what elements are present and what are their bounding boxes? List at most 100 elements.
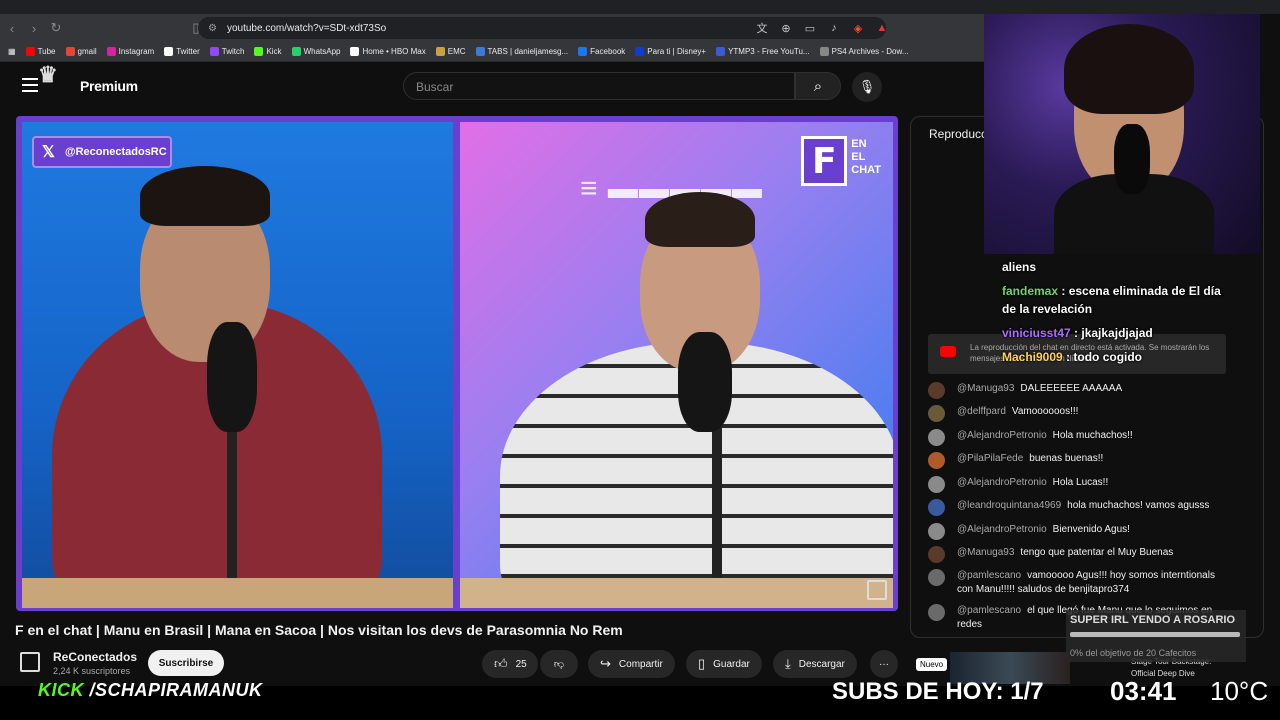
bookmark-item[interactable]: Facebook	[578, 47, 625, 56]
stream-logo-icon: ♛	[38, 62, 58, 88]
chat-author[interactable]: @delffpard	[957, 406, 1006, 417]
extension-icons: 文 ⊕ ▭ ♪ ◈ ▲	[754, 20, 890, 36]
overlay-chat-message: fandemax : escena eliminada de El día de…	[1002, 282, 1232, 318]
desk	[460, 578, 893, 608]
video-player[interactable]: 𝕏 @ReconectadosRC ≡ ▬▬▬▬▬ F EN EL CHAT	[16, 116, 898, 611]
video-left-panel: 𝕏 @ReconectadosRC	[22, 122, 453, 608]
translate-icon[interactable]: 文	[754, 20, 770, 36]
youtube-icon	[940, 346, 956, 357]
bookmark-item[interactable]: Instagram	[106, 47, 154, 56]
x-logo-icon: 𝕏	[42, 144, 55, 161]
bookmark-item[interactable]: PS4 Archives - Dow...	[819, 47, 909, 56]
bookmark-item[interactable]: WhatsApp	[291, 47, 340, 56]
channel-watermark-icon	[867, 580, 887, 600]
chat-avatar[interactable]	[928, 523, 945, 540]
bookmark-favicon-icon	[475, 47, 485, 56]
site-info-icon[interactable]: ⚙	[208, 23, 217, 34]
bookmark-item[interactable]: Twitter	[164, 47, 200, 56]
reload-icon[interactable]: ↻	[46, 18, 66, 38]
mic-icon[interactable]: 🎙	[852, 72, 882, 102]
chat-avatar[interactable]	[928, 429, 945, 446]
chat-avatar[interactable]	[928, 546, 945, 563]
dislike-button[interactable]: 👎︎	[540, 650, 578, 678]
bookmark-label: Tube	[37, 47, 56, 56]
bookmark-item[interactable]: Kick	[254, 47, 282, 56]
search-input[interactable]: Buscar	[403, 72, 795, 100]
overlay-chat-user: Machi9009	[1002, 350, 1063, 364]
bookmark-favicon-icon	[25, 47, 35, 56]
chat-avatar[interactable]	[928, 569, 945, 586]
zoom-icon[interactable]: ⊕	[778, 20, 794, 36]
bookmark-item[interactable]: Twitch	[209, 47, 245, 56]
overlay-chat-text: : jkajkajdjajad	[1070, 326, 1153, 340]
chat-avatar[interactable]	[928, 452, 945, 469]
bookmark-item[interactable]: gmail	[65, 47, 97, 56]
bookmark-favicon-icon	[716, 47, 726, 56]
chat-author[interactable]: @Manuga93	[957, 383, 1014, 394]
chat-message: @AlejandroPetronio Hola muchachos!!	[928, 429, 1228, 446]
temperature: 10°C	[1210, 676, 1269, 706]
chat-avatar[interactable]	[928, 405, 945, 422]
bookmark-label: PS4 Archives - Dow...	[831, 47, 909, 56]
bookmark-item[interactable]: Home • HBO Max	[350, 47, 426, 56]
chat-author[interactable]: @AlejandroPetronio	[957, 524, 1047, 535]
search-icon[interactable]: ⌕	[795, 72, 841, 100]
browser-tab-strip	[0, 0, 1280, 14]
chat-author[interactable]: @leandroquintana4969	[957, 500, 1061, 511]
overlay-chat-message: aliens	[1002, 258, 1232, 276]
bookmark-label: Twitch	[221, 47, 245, 56]
more-actions-button[interactable]: ···	[870, 650, 898, 678]
chat-message: @PilaPilaFede buenas buenas!!	[928, 452, 1228, 469]
x-handle-badge: 𝕏 @ReconectadosRC	[32, 136, 172, 168]
overlay-chat-user: viniciusst47	[1002, 326, 1071, 340]
save-button[interactable]: ▯ Guardar	[686, 650, 762, 678]
chat-author[interactable]: @PilaPilaFede	[957, 453, 1023, 464]
bookmark-favicon-icon	[254, 47, 264, 56]
chat-avatar[interactable]	[928, 476, 945, 493]
warning-icon[interactable]: ▲	[874, 20, 890, 36]
music-icon[interactable]: ♪	[826, 20, 842, 36]
f-badge-letter: F	[801, 136, 848, 186]
bookmark-label: TABS | danieljamesg...	[487, 47, 569, 56]
chat-text: tengo que patentar el Muy Buenas	[1020, 547, 1174, 558]
chat-author[interactable]: @AlejandroPetronio	[957, 477, 1047, 488]
channel-name[interactable]: ReConectados	[53, 650, 137, 664]
like-count: 25	[515, 658, 527, 670]
bookmark-item[interactable]: Tube	[25, 47, 56, 56]
chat-text: Hola Lucas!!	[1052, 477, 1109, 488]
chat-avatar[interactable]	[928, 382, 945, 399]
bookmark-item[interactable]: EMC	[435, 47, 466, 56]
subs-counter: SUBS DE HOY: 1/7	[832, 678, 1044, 705]
bookmark-label: YTMP3 - Free YouTu...	[728, 47, 810, 56]
bookmark-favicon-icon	[164, 47, 174, 56]
bookmark-item[interactable]: TABS | danieljamesg...	[475, 47, 569, 56]
chat-author[interactable]: @Manuga93	[957, 547, 1014, 558]
cast-icon[interactable]: ▭	[802, 20, 818, 36]
url-text: youtube.com/watch?v=SDt-xdt73So	[226, 22, 387, 34]
like-button[interactable]: 👍︎ 25	[482, 650, 538, 678]
chat-author[interactable]: @AlejandroPetronio	[957, 430, 1047, 441]
kick-logo: KICK	[38, 680, 84, 700]
menu-icon[interactable]	[22, 78, 38, 92]
kick-channel-label: KICK /SCHAPIRAMANUK	[38, 680, 263, 701]
subscribe-button[interactable]: Suscribirse	[148, 650, 224, 676]
apps-icon[interactable]: ▦	[8, 47, 16, 56]
forward-icon[interactable]: ›	[24, 18, 44, 38]
download-icon: ⤓	[785, 656, 791, 671]
chat-text: Bienvenido Agus!	[1052, 524, 1130, 535]
youtube-logo[interactable]: ♛ Premium	[38, 62, 138, 94]
bookmark-item[interactable]: Para ti | Disney+	[635, 47, 706, 56]
chat-avatar[interactable]	[928, 499, 945, 516]
share-button[interactable]: ↪ Compartir	[588, 650, 675, 678]
video-title: F en el chat | Manu en Brasil | Mana en …	[15, 622, 623, 638]
bookmark-label: Para ti | Disney+	[647, 47, 707, 56]
bookmark-item[interactable]: YTMP3 - Free YouTu...	[716, 47, 810, 56]
chat-author[interactable]: @pamlescano	[957, 570, 1021, 581]
chat-avatar[interactable]	[928, 604, 945, 621]
download-button[interactable]: ⤓ Descargar	[773, 650, 857, 678]
chat-message: @leandroquintana4969 hola muchachos! vamo…	[928, 499, 1228, 516]
brave-shield-icon[interactable]: ◈	[850, 20, 866, 36]
chat-author[interactable]: @pamlescano	[957, 605, 1021, 616]
channel-avatar[interactable]	[20, 652, 40, 672]
back-icon[interactable]: ‹	[2, 18, 22, 38]
